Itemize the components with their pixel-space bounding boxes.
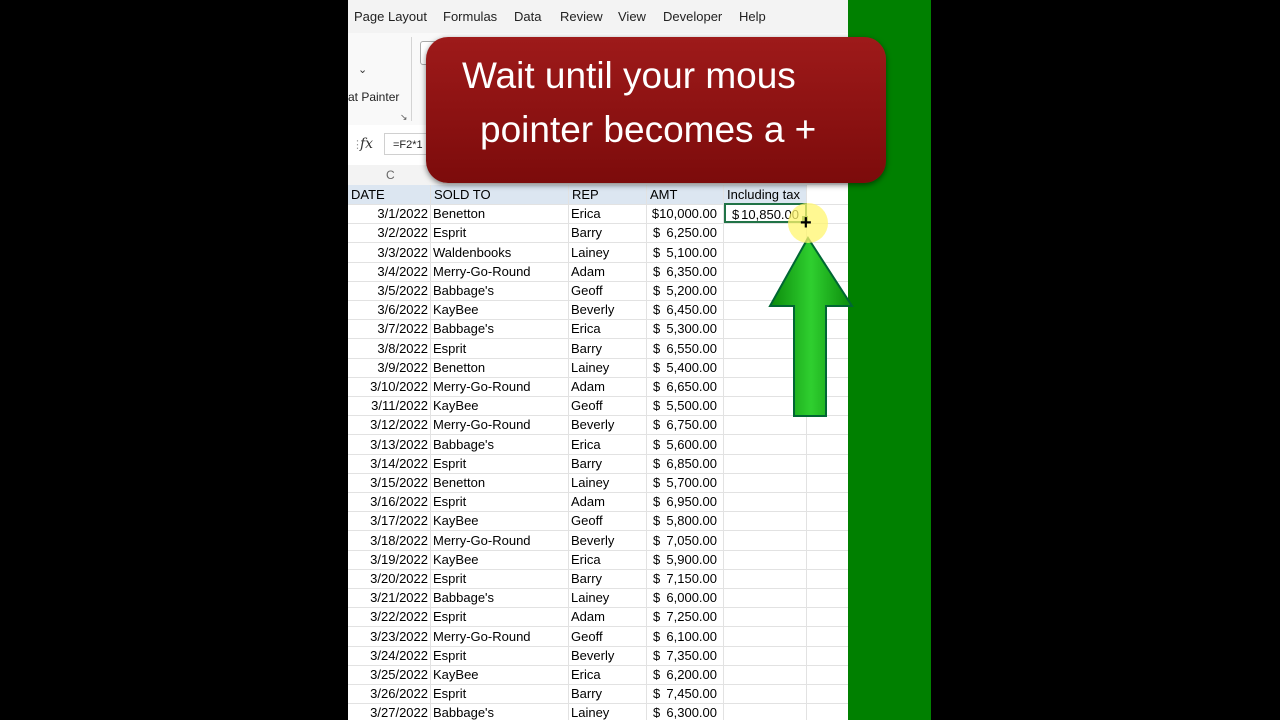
crosshair-cursor-icon: + — [800, 212, 812, 234]
up-arrow-icon — [768, 236, 854, 417]
arrow-overlay — [768, 236, 854, 417]
